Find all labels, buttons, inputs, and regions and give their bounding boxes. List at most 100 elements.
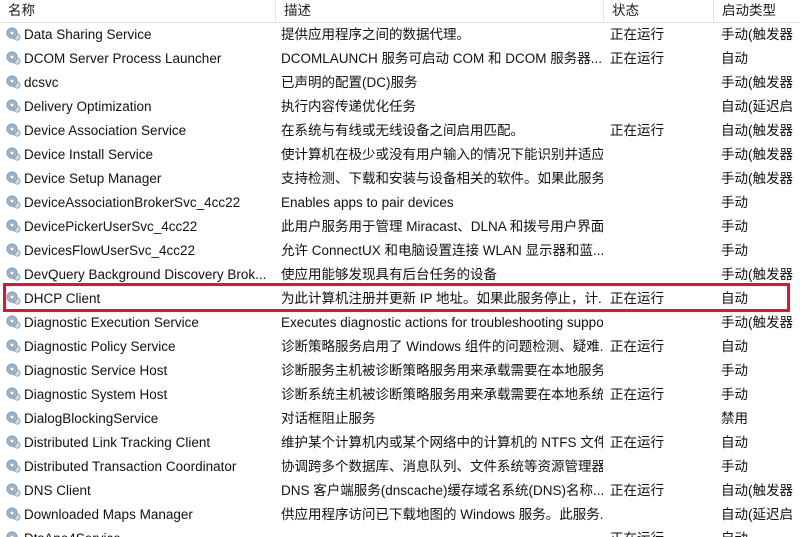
service-status-cell: 正在运行: [610, 27, 664, 42]
service-row[interactable]: DevicesFlowUserSvc_4cc22 允许 ConnectUX 和电脑…: [0, 239, 800, 263]
service-startup-type-cell: 手动(触发器: [721, 147, 793, 162]
service-name-cell: Device Install Service: [24, 147, 154, 162]
service-status-cell: 正在运行: [610, 339, 664, 354]
service-row[interactable]: Distributed Link Tracking Client 维护某个计算机内…: [0, 431, 800, 455]
column-header-name-label: 名称: [8, 3, 35, 18]
service-name-cell: Diagnostic Execution Service: [24, 315, 199, 330]
service-startup-type-cell: 自动: [721, 527, 800, 537]
column-header-startup-type-label: 启动类型: [722, 3, 776, 18]
service-description-cell: 已声明的配置(DC)服务: [281, 75, 418, 90]
service-name-cell: DevicesFlowUserSvc_4cc22: [24, 243, 196, 258]
service-status-cell: [610, 263, 710, 287]
service-row[interactable]: DeviceAssociationBrokerSvc_4cc22 Enables …: [0, 191, 800, 215]
service-row[interactable]: DCOM Server Process Launcher DCOMLAUNCH 服…: [0, 47, 800, 71]
service-row[interactable]: Diagnostic Policy Service 诊断策略服务启用了 Windo…: [0, 335, 800, 359]
service-gear-icon: [5, 530, 23, 537]
service-row[interactable]: DevQuery Background Discovery Brok... 使应用…: [0, 263, 800, 287]
service-description-cell: 诊断服务主机被诊断策略服务用来承载需要在本地服务...: [281, 363, 603, 378]
service-row[interactable]: DNS Client DNS 客户端服务(dnscache)缓存域名系统(DNS)…: [0, 479, 800, 503]
service-startup-type-cell: 手动: [721, 387, 748, 402]
service-status-cell: 正在运行: [610, 435, 664, 450]
service-description-cell: DCOMLAUNCH 服务可启动 COM 和 DCOM 服务器...: [281, 51, 603, 66]
service-description-cell: 为此计算机注册并更新 IP 地址。如果此服务停止，计...: [281, 291, 603, 306]
service-description-cell: 维护某个计算机内或某个网络中的计算机的 NTFS 文件...: [281, 435, 603, 450]
service-status-cell: [610, 143, 710, 167]
service-description-cell: 执行内容传递优化任务: [281, 99, 416, 114]
service-name-cell: DevQuery Background Discovery Brok...: [24, 267, 267, 282]
service-status-cell: [610, 239, 710, 263]
service-description-cell: 供应用程序访问已下载地图的 Windows 服务。此服务...: [281, 507, 603, 522]
service-row[interactable]: Device Install Service 使计算机在极少或没有用户输入的情况下…: [0, 143, 800, 167]
service-gear-icon: [5, 314, 23, 332]
service-name-cell: DHCP Client: [24, 291, 101, 306]
service-row[interactable]: Distributed Transaction Coordinator 协调跨多个…: [0, 455, 800, 479]
service-name-cell: Downloaded Maps Manager: [24, 507, 193, 522]
service-row[interactable]: DialogBlockingService 对话框阻止服务 禁用: [0, 407, 800, 431]
service-startup-type-cell: 手动: [721, 363, 748, 378]
column-header-startup-type[interactable]: 启动类型: [713, 0, 800, 22]
service-gear-icon: [5, 362, 23, 380]
service-row[interactable]: DHCP Client 为此计算机注册并更新 IP 地址。如果此服务停止，计...…: [0, 287, 800, 311]
services-list-view: 名称 描述 状态 启动类型 Data Sharing Service 提供应用程序…: [0, 0, 800, 537]
service-startup-type-cell: 自动(触发器: [721, 123, 793, 138]
service-name-cell: DtsApo4Service: [24, 527, 276, 537]
service-gear-icon: [5, 170, 23, 188]
service-gear-icon: [5, 434, 23, 452]
service-status-cell: [610, 455, 710, 479]
service-description-cell: 使应用能够发现具有后台任务的设备: [281, 267, 497, 282]
service-startup-type-cell: 自动: [721, 51, 748, 66]
service-description-cell: 诊断系统主机被诊断策略服务用来承载需要在本地系统...: [281, 387, 603, 402]
service-startup-type-cell: 手动(触发器: [721, 27, 793, 42]
service-startup-type-cell: 手动(触发器: [721, 267, 793, 282]
service-status-cell: [610, 503, 710, 527]
service-gear-icon: [5, 146, 23, 164]
service-status-cell: 正在运行: [610, 291, 664, 306]
service-row[interactable]: Downloaded Maps Manager 供应用程序访问已下载地图的 Win…: [0, 503, 800, 527]
service-description-cell: Executes diagnostic actions for troubles…: [281, 315, 603, 330]
service-row[interactable]: dcsvc 已声明的配置(DC)服务 手动(触发器: [0, 71, 800, 95]
service-gear-icon: [5, 242, 23, 260]
service-gear-icon: [5, 26, 23, 44]
service-row[interactable]: DtsApo4Service 正在运行 自动: [0, 527, 800, 537]
service-gear-icon: [5, 194, 23, 212]
service-row[interactable]: Data Sharing Service 提供应用程序之间的数据代理。 正在运行 手动…: [0, 23, 800, 47]
service-startup-type-cell: 手动(触发器: [721, 75, 793, 90]
service-gear-icon: [5, 50, 23, 68]
service-gear-icon: [5, 74, 23, 92]
service-description-cell: Enables apps to pair devices: [281, 195, 454, 210]
service-status-cell: [610, 359, 710, 383]
service-startup-type-cell: 自动: [721, 435, 748, 450]
service-description-cell: 此用户服务用于管理 Miracast、DLNA 和拨号用户界面: [281, 219, 603, 234]
service-gear-icon: [5, 410, 23, 428]
service-row[interactable]: Diagnostic System Host 诊断系统主机被诊断策略服务用来承载需…: [0, 383, 800, 407]
service-row[interactable]: Diagnostic Execution Service Executes dia…: [0, 311, 800, 335]
column-header-status-label: 状态: [612, 3, 639, 18]
service-row[interactable]: Diagnostic Service Host 诊断服务主机被诊断策略服务用来承载…: [0, 359, 800, 383]
service-startup-type-cell: 自动: [721, 291, 748, 306]
service-name-cell: Diagnostic System Host: [24, 387, 168, 402]
service-row[interactable]: DevicePickerUserSvc_4cc22 此用户服务用于管理 Mirac…: [0, 215, 800, 239]
service-status-cell: [610, 191, 710, 215]
column-header-status[interactable]: 状态: [603, 0, 713, 22]
service-row[interactable]: Delivery Optimization 执行内容传递优化任务 自动(延迟启: [0, 95, 800, 119]
service-startup-type-cell: 手动: [721, 195, 748, 210]
service-status-cell: [610, 71, 710, 95]
column-header-description[interactable]: 描述: [275, 0, 603, 22]
service-name-cell: Diagnostic Policy Service: [24, 339, 176, 354]
service-description-cell: 使计算机在极少或没有用户输入的情况下能识别并适应...: [281, 147, 603, 162]
column-header-name[interactable]: 名称: [0, 0, 275, 22]
service-status-cell: 正在运行: [610, 123, 664, 138]
service-name-cell: Delivery Optimization: [24, 99, 152, 114]
service-row[interactable]: Device Association Service 在系统与有线或无线设备之间启…: [0, 119, 800, 143]
service-row[interactable]: Device Setup Manager 支持检测、下载和安装与设备相关的软件。如…: [0, 167, 800, 191]
service-status-cell: 正在运行: [610, 483, 664, 498]
service-status-cell: [610, 407, 710, 431]
service-status-cell: [610, 215, 710, 239]
service-name-cell: Distributed Transaction Coordinator: [24, 459, 237, 474]
service-gear-icon: [5, 386, 23, 404]
service-gear-icon: [5, 122, 23, 140]
service-description-cell: 诊断策略服务启用了 Windows 组件的问题检测、疑难...: [281, 339, 603, 354]
service-gear-icon: [5, 506, 23, 524]
service-startup-type-cell: 自动: [721, 339, 748, 354]
service-description-cell: 支持检测、下载和安装与设备相关的软件。如果此服务...: [281, 171, 603, 186]
